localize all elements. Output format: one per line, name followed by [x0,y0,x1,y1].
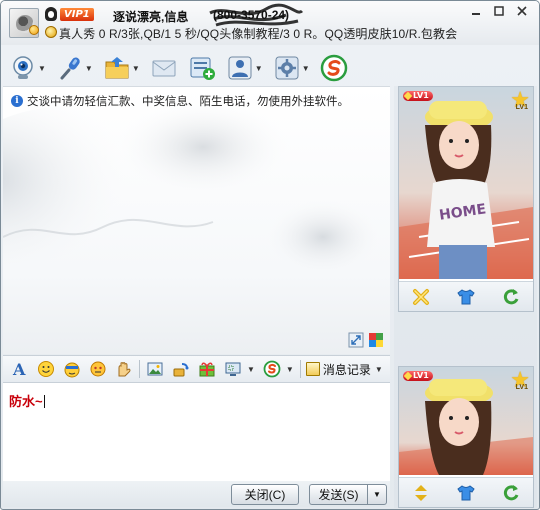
person-app-icon [228,56,252,80]
apps-button[interactable]: ▼ [273,52,310,84]
title-bar: VIP1 逐说漂亮,信息 (800-3570-24) 真人秀 0 R/3张,QB… [1,1,539,45]
online-status-icon [29,25,39,35]
send-file-button[interactable]: ▼ [103,52,140,84]
maximize-icon[interactable] [488,3,510,19]
gift-icon [199,362,215,377]
close-button[interactable]: 关闭(C) [231,484,299,505]
screenshot-button[interactable] [220,358,246,380]
chevron-down-icon[interactable]: ▼ [375,365,383,374]
smiley-icon [38,361,54,377]
my-qq-show[interactable]: LV1 ★ LV1 [398,366,534,508]
screenshot-icon [225,362,241,376]
window-controls [465,3,533,19]
voice-call-button[interactable]: ▼ [56,52,93,84]
show-actions [399,281,533,311]
tshirt-icon[interactable] [456,287,476,307]
chevron-down-icon[interactable]: ▼ [255,64,263,73]
level-badge: LV1 [403,91,433,101]
signature-icon [45,26,57,38]
font-button[interactable]: A [7,358,33,380]
add-group-icon [190,57,215,80]
emoticon-button[interactable] [33,358,59,380]
music-icon [173,363,189,377]
notice-text: 交谈中请勿轻信汇款、中奖信息、陌生电话，勿使用外挂软件。 [27,96,349,108]
contact-qq-show[interactable]: HOME LV1 ★ LV1 [398,86,534,312]
chat-window: VIP1 逐说漂亮,信息 (800-3570-24) 真人秀 0 R/3张,QB… [0,0,540,510]
folder-icon [105,57,129,79]
video-call-button[interactable]: ▼ [9,52,46,84]
message-history[interactable]: i 交谈中请勿轻信汇款、中奖信息、陌生电话，勿使用外挂软件。 [3,86,390,354]
contact-id: (800-3570-24) [213,8,290,22]
text-caret [43,395,45,408]
typed-message: 防水~ [9,391,45,410]
chevron-down-icon[interactable]: ▼ [132,64,140,73]
scribble-button[interactable] [111,358,137,380]
chevron-down-icon[interactable]: ▼ [286,365,294,374]
microphone-icon [60,57,80,80]
nudge-button[interactable] [85,358,111,380]
chat-corner-tools [348,332,384,348]
chevron-down-icon[interactable]: ▼ [85,64,93,73]
contact-show-image: HOME [399,87,533,279]
magic-emoticon-button[interactable] [59,358,85,380]
qq-show-panel: HOME LV1 ★ LV1 LV1 ★ LV1 [394,86,537,508]
tshirt-icon[interactable] [456,483,476,503]
create-group-button[interactable] [188,52,216,84]
chevron-down-icon[interactable]: ▼ [247,365,255,374]
chevron-down-icon[interactable]: ▼ [38,64,46,73]
ink-landscape-background [3,97,383,287]
action-bar: 关闭(C) 发送(S) ▼ [3,481,390,507]
x-icon[interactable] [411,287,431,307]
music-button[interactable] [168,358,194,380]
contact-name[interactable]: 逐说漂亮,信息 [113,8,188,25]
webcam-icon [13,56,33,79]
shake-icon [90,361,106,377]
hand-draw-icon [118,362,131,377]
gear-app-icon [275,56,299,80]
refresh-icon[interactable] [501,287,521,307]
history-icon [305,362,320,376]
message-history-button[interactable]: 消息记录 ▼ [303,358,390,380]
format-toolbar: A ▼ ▼ 消息记录 ▼ [3,355,390,383]
soso-icon [263,360,281,378]
minimize-icon[interactable] [465,3,487,19]
envelope-icon [152,60,176,77]
info-icon: i [11,95,23,107]
message-input[interactable]: 防水~ [3,383,390,481]
refresh-icon[interactable] [501,483,521,503]
history-label: 消息记录 [322,362,371,377]
send-button[interactable]: 发送(S) [309,484,367,505]
color-palette-icon[interactable] [368,332,384,348]
remote-assist-button[interactable]: ▼ [226,52,263,84]
show-actions [399,477,533,507]
soso-icon [320,54,347,82]
send-options-dropdown[interactable]: ▼ [367,484,387,505]
level-badge: LV1 [403,371,433,381]
svg-text:A: A [12,360,26,378]
picture-icon [147,362,163,376]
star-level: LV1 [515,104,528,111]
vip-badge[interactable]: VIP1 [60,8,94,21]
expand-icon[interactable] [348,332,364,348]
star-level: LV1 [515,384,528,391]
qq-penguin-icon [45,7,57,21]
image-button[interactable] [142,358,168,380]
chevron-down-icon: ▼ [373,490,381,499]
soso-search-button[interactable] [259,358,285,380]
contact-signature: 真人秀 0 R/3张,QB/1 5 秒/QQ头像制教程/3 0 R。QQ透明皮肤… [59,27,458,41]
separator [299,360,301,378]
typed-text: 防水~ [9,394,43,409]
magic-face-icon [64,362,80,378]
separator [139,360,140,378]
font-icon: A [12,360,26,378]
arrows-icon[interactable] [411,483,431,503]
close-icon[interactable] [511,3,533,19]
main-toolbar: ▼ ▼ ▼ ▼ ▼ [9,51,358,85]
send-sms-button[interactable] [150,52,178,84]
chevron-down-icon[interactable]: ▼ [302,64,310,73]
soso-button[interactable] [320,52,348,84]
security-notice: i 交谈中请勿轻信汇款、中奖信息、陌生电话，勿使用外挂软件。 [11,93,349,109]
gift-button[interactable] [194,358,220,380]
